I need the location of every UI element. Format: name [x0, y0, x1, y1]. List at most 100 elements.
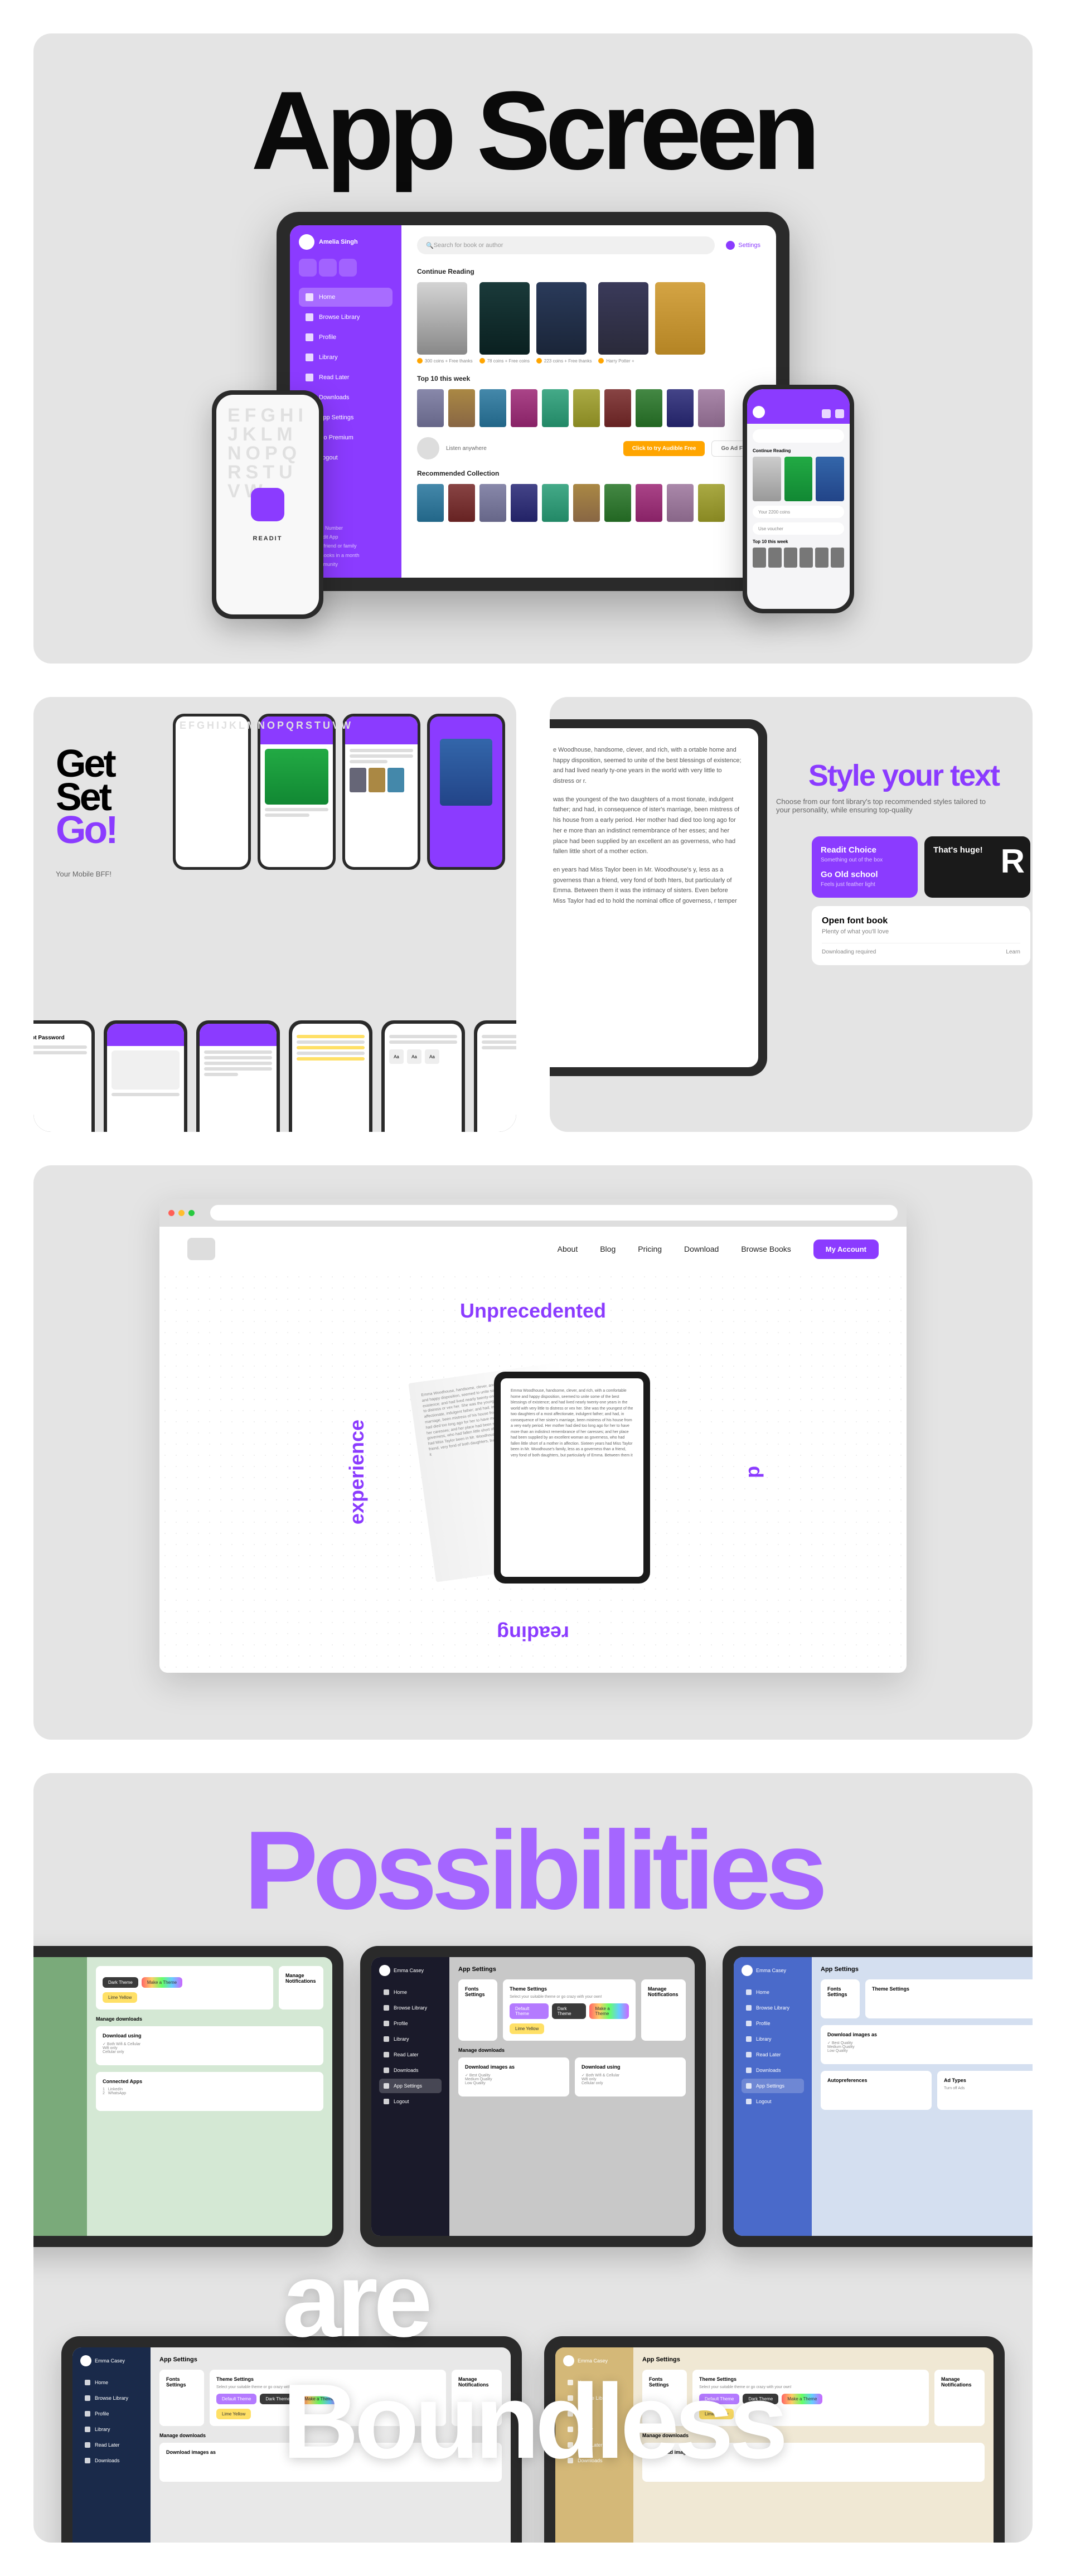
book-thumb[interactable]	[831, 548, 844, 568]
autoplay-card[interactable]: Autopreferences	[821, 2071, 932, 2110]
book-thumb[interactable]	[604, 389, 631, 427]
nav-settings[interactable]: App Settings	[742, 2079, 804, 2093]
book-thumb[interactable]	[753, 548, 766, 568]
font-card-readit[interactable]: Readit Choice Something out of the box G…	[812, 836, 918, 898]
audible-button[interactable]: Click to try Audible Free	[623, 441, 705, 456]
nav-about[interactable]: About	[558, 1245, 578, 1253]
book-thumb[interactable]	[479, 484, 506, 522]
url-input[interactable]	[210, 1205, 898, 1221]
book-thumb[interactable]	[573, 389, 600, 427]
book-thumb[interactable]	[800, 548, 813, 568]
book-thumb[interactable]	[448, 389, 475, 427]
book-thumb[interactable]	[448, 484, 475, 522]
book-thumb[interactable]	[636, 389, 662, 427]
book-thumb[interactable]	[604, 484, 631, 522]
fonts-card[interactable]: Fonts Settings	[821, 1979, 860, 2018]
theme-settings-card[interactable]: Theme Settings	[865, 1979, 1033, 2018]
nav-profile[interactable]: Profile	[299, 328, 393, 347]
close-icon[interactable]	[168, 1210, 175, 1216]
nav-readlater[interactable]: Read Later	[379, 2047, 442, 2062]
nav-browse[interactable]: Browse Library	[299, 308, 393, 327]
lime-chip[interactable]: Lime Yellow	[103, 1992, 137, 2003]
maximize-icon[interactable]	[188, 1210, 195, 1216]
nav-browse[interactable]: Browse Books	[741, 1245, 791, 1253]
book-thumb[interactable]	[573, 484, 600, 522]
theme-settings-card[interactable]: Dark Theme Make a Theme Lime Yellow	[96, 1966, 273, 2010]
download-images-card[interactable]: Download images as ✓ Best Quality Medium…	[458, 2057, 569, 2096]
notifications-card[interactable]: Manage Notifications	[279, 1966, 323, 2010]
nav-home[interactable]: Home	[742, 1985, 804, 1999]
nav-pricing[interactable]: Pricing	[638, 1245, 662, 1253]
lime-chip[interactable]: Lime Yellow	[216, 2409, 251, 2419]
gear-icon[interactable]	[835, 409, 844, 418]
nav-readlater[interactable]: Read Later	[742, 2047, 804, 2062]
nav-profile[interactable]: Profile	[379, 2016, 442, 2031]
avatar-icon[interactable]	[753, 406, 765, 418]
book-thumb[interactable]	[667, 389, 694, 427]
nav-profile[interactable]: Profile	[742, 2016, 804, 2031]
my-account-button[interactable]: My Account	[813, 1239, 879, 1259]
book-card[interactable]: 78 coins + Free coins	[479, 282, 530, 364]
make-theme-chip[interactable]: Make a Theme	[589, 2003, 629, 2019]
book-thumb[interactable]	[542, 484, 569, 522]
expand-icon[interactable]	[822, 409, 831, 418]
book-card[interactable]	[655, 282, 705, 364]
download-using-card[interactable]: Download using ✓ Both Wifi & Cellular Wi…	[96, 2026, 323, 2065]
nav-home[interactable]: Home	[80, 2375, 143, 2390]
connected-apps-card[interactable]: Connected Apps 1 LinkedIn 2 WhatsApp	[96, 2072, 323, 2111]
book-card[interactable]	[784, 457, 813, 501]
default-theme-chip[interactable]: Default Theme	[510, 2003, 549, 2019]
settings-link[interactable]: Settings	[726, 241, 760, 250]
book-thumb[interactable]	[417, 389, 444, 427]
nav-readlater[interactable]: Read Later	[80, 2438, 143, 2452]
nav-library[interactable]: Library	[379, 2032, 442, 2046]
make-theme-chip[interactable]: Make a Theme	[142, 1977, 182, 1988]
fonts-card[interactable]: Fonts Settings	[458, 1979, 497, 2041]
book-card[interactable]	[816, 457, 844, 501]
badge-icon[interactable]	[319, 259, 337, 277]
download-using-card[interactable]: Download using ✓ Both Wifi & Cellular Wi…	[575, 2057, 686, 2096]
book-thumb[interactable]	[417, 484, 444, 522]
nav-profile[interactable]: Profile	[80, 2406, 143, 2421]
search-input[interactable]: 🔍 Search for book or author	[417, 236, 715, 254]
minimize-icon[interactable]	[178, 1210, 185, 1216]
book-thumb[interactable]	[784, 548, 797, 568]
badge-icon[interactable]	[339, 259, 357, 277]
notifications-card[interactable]: Manage Notifications	[641, 1979, 686, 2041]
nav-blog[interactable]: Blog	[600, 1245, 616, 1253]
nav-browse[interactable]: Browse Library	[379, 2001, 442, 2015]
font-card-huge[interactable]: That's huge! R	[924, 836, 1030, 898]
download-images-card[interactable]: Download images as ✓ Best Quality Medium…	[821, 2025, 1033, 2064]
fonts-card[interactable]: Fonts Settings	[159, 2370, 204, 2426]
book-thumb[interactable]	[511, 389, 537, 427]
book-thumb[interactable]	[698, 389, 725, 427]
book-card[interactable]: Harry Potter +	[598, 282, 648, 364]
voucher-pill[interactable]: Use voucher	[753, 522, 844, 535]
nav-browse[interactable]: Browse Library	[742, 2001, 804, 2015]
coins-pill[interactable]: Your 2200 coins	[753, 506, 844, 518]
lime-chip[interactable]: Lime Yellow	[510, 2023, 544, 2034]
theme-settings-card[interactable]: Theme Settings Select your suitable them…	[503, 1979, 636, 2041]
book-thumb[interactable]	[479, 389, 506, 427]
nav-library[interactable]: Library	[80, 2422, 143, 2437]
book-card[interactable]: 223 coins + Free thanks	[536, 282, 592, 364]
book-thumb[interactable]	[667, 484, 694, 522]
user-profile[interactable]: Amelia Singh	[299, 234, 393, 250]
ads-card[interactable]: Ad TypesTurn off Ads	[937, 2071, 1033, 2110]
book-thumb[interactable]	[636, 484, 662, 522]
nav-downloads[interactable]: Downloads	[379, 2063, 442, 2078]
book-thumb[interactable]	[698, 484, 725, 522]
search-input[interactable]	[753, 429, 844, 443]
open-font-card[interactable]: Open font book Plenty of what you'll lov…	[812, 906, 1030, 965]
nav-readlater[interactable]: Read Later	[299, 368, 393, 387]
book-thumb[interactable]	[511, 484, 537, 522]
nav-library[interactable]: Library	[742, 2032, 804, 2046]
notifications-card[interactable]: Manage Notifications	[934, 2370, 985, 2426]
book-card[interactable]	[753, 457, 781, 501]
nav-logout[interactable]: Logout	[742, 2094, 804, 2109]
book-thumb[interactable]	[768, 548, 782, 568]
dark-theme-chip[interactable]: Dark Theme	[552, 2003, 587, 2019]
book-card[interactable]: 300 coins + Free thanks	[417, 282, 473, 364]
nav-home[interactable]: Home	[299, 288, 393, 307]
book-thumb[interactable]	[542, 389, 569, 427]
